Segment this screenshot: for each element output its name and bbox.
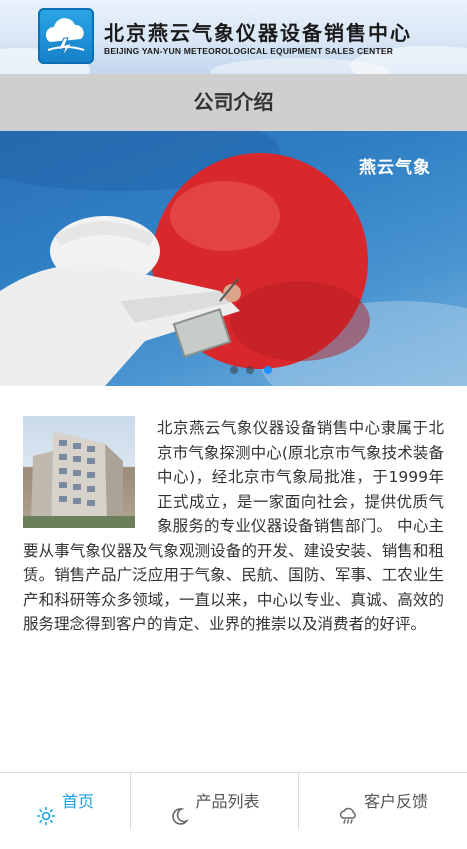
company-name-cn: 北京燕云气象仪器设备销售中心 <box>104 21 412 45</box>
company-name-en: BEIJING YAN-YUN METEOROLOGICAL EQUIPMENT… <box>104 46 394 56</box>
office-building-photo <box>23 416 135 528</box>
banner-carousel[interactable]: 燕云气象 <box>0 131 467 386</box>
carousel-dot[interactable] <box>246 366 254 374</box>
nav-label-home: 首页 <box>61 792 94 811</box>
site-header: 北京燕云气象仪器设备销售中心 BEIJING YAN-YUN METEOROLO… <box>0 0 467 74</box>
section-title-bar: 公司介绍 <box>0 74 467 131</box>
company-intro: 北京燕云气象仪器设备销售中心隶属于北京市气象探测中心(原北京市气象技术装备中心)… <box>23 416 444 637</box>
sun-icon <box>36 792 56 825</box>
nav-label-products: 产品列表 <box>195 792 260 811</box>
banner-brand-text: 燕云气象 <box>359 158 431 178</box>
page-title: 公司介绍 <box>193 90 274 114</box>
cloud-rain-icon <box>338 792 358 824</box>
nav-label-feedback: 客户反馈 <box>363 792 428 811</box>
nav-item-products[interactable]: 产品列表 <box>131 773 299 830</box>
bottom-navigation: 首页 产品列表 客户反馈 <box>0 772 467 830</box>
nav-item-feedback[interactable]: 客户反馈 <box>299 773 467 830</box>
carousel-dot-active[interactable] <box>264 366 272 374</box>
carousel-dot[interactable] <box>230 366 238 374</box>
nav-item-home[interactable]: 首页 <box>0 773 131 830</box>
cloud-lightning-logo-icon[interactable] <box>38 8 94 64</box>
moon-icon <box>169 792 190 825</box>
